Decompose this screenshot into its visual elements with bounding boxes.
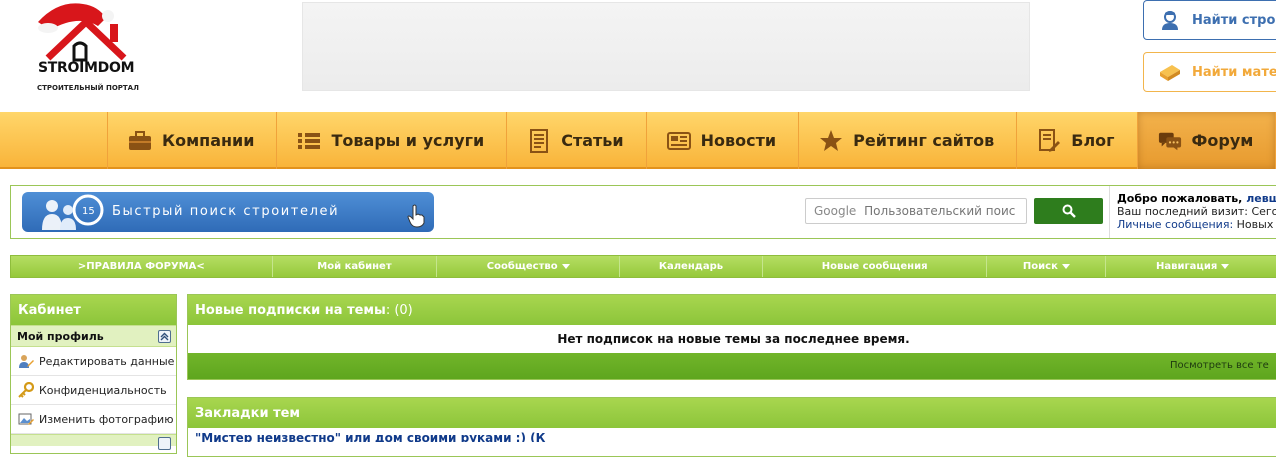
google-search-input[interactable]: Google [805, 198, 1027, 224]
nav-articles[interactable]: Статьи [506, 112, 645, 169]
quick-search-label: Быстрый поиск строителей [112, 204, 340, 219]
nav-rating[interactable]: Рейтинг сайтов [798, 112, 1016, 169]
new-subscriptions-block: Новые подписки на темы: (0) Нет подписок… [187, 294, 1276, 380]
briefcase-icon [128, 129, 152, 153]
bookmarks-block: Закладки тем "Мистер неизвестно" или дом… [187, 397, 1276, 457]
chevron-down-icon [561, 264, 570, 269]
welcome-line: Добро пожаловать, левш [1117, 192, 1276, 205]
forum-nav-rules-label: >ПРАВИЛА ФОРУМА< [77, 261, 205, 272]
private-messages-link[interactable]: Личные сообщения: [1117, 218, 1233, 231]
blog-icon [1037, 128, 1061, 153]
logo-tagline: СТРОИТЕЛЬНЫЙ ПОРТАЛ [37, 84, 139, 92]
subscriptions-count: : (0) [385, 303, 413, 318]
chat-icon [1158, 129, 1182, 153]
user-cabinet-sidebar: Кабинет Мой профиль Редактировать данные… [10, 294, 177, 454]
sidebar-section-label: Мой профиль [17, 330, 104, 343]
search-button[interactable] [1034, 198, 1103, 224]
people-calendar-icon: 15 [42, 194, 104, 230]
photo-icon [18, 411, 34, 427]
brick-icon [1158, 60, 1182, 84]
collapse-icon[interactable] [158, 437, 171, 450]
sidebar-section-profile: Мой профиль [11, 325, 176, 347]
list-icon [297, 129, 321, 153]
chevron-down-icon [1221, 264, 1230, 269]
subscriptions-header: Новые подписки на темы: (0) [188, 295, 1276, 325]
forum-nav-community-label: Сообщество [486, 261, 558, 272]
subscriptions-title: Новые подписки на темы [195, 303, 386, 318]
nav-products[interactable]: Товары и услуги [276, 112, 506, 169]
last-visit: Ваш последний визит: Сего [1117, 205, 1276, 218]
private-messages: Личные сообщения: Новых [1117, 218, 1276, 231]
worker-icon [1158, 8, 1182, 32]
sidebar-item-label: Изменить фотографию [39, 412, 174, 426]
welcome-box: Добро пожаловать, левш Ваш последний виз… [1109, 186, 1276, 238]
chevron-down-icon [1061, 264, 1070, 269]
find-materials-label: Найти мате [1192, 64, 1276, 80]
nav-blog-label: Блог [1071, 131, 1115, 150]
sidebar-item-change-photo[interactable]: Изменить фотографию [11, 405, 176, 434]
forum-nav-calendar[interactable]: Календарь [620, 256, 763, 277]
subscriptions-empty-message: Нет подписок на новые темы за последнее … [557, 332, 910, 346]
search-input[interactable] [864, 204, 1025, 218]
main-navigation: Компании Товары и услуги Статьи Новости … [0, 112, 1276, 169]
forum-nav-calendar-label: Календарь [658, 261, 724, 272]
welcome-greeting: Добро пожаловать, [1117, 192, 1243, 205]
sidebar-item-label: Конфиденциальность [39, 383, 167, 397]
nav-news[interactable]: Новости [645, 112, 798, 169]
forum-nav-cabinet-label: Мой кабинет [317, 261, 392, 272]
forum-nav-search[interactable]: Поиск [987, 256, 1107, 277]
edit-profile-icon [18, 353, 34, 369]
nav-forum-label: Форум [1191, 131, 1254, 150]
logo-wordmark: STROIMDOM [38, 60, 135, 76]
nav-blog[interactable]: Блог [1016, 112, 1136, 169]
search-icon [1062, 204, 1076, 218]
private-messages-value: Новых [1236, 218, 1274, 231]
calendar-day-label: 15 [82, 206, 95, 217]
find-materials-button[interactable]: Найти мате [1143, 52, 1276, 92]
forum-nav-search-label: Поиск [1022, 261, 1058, 272]
newspaper-icon [666, 129, 691, 153]
forum-nav-cabinet[interactable]: Мой кабинет [273, 256, 438, 277]
nav-products-label: Товары и услуги [331, 131, 485, 150]
key-icon [18, 382, 34, 398]
bookmarks-title: Закладки тем [195, 406, 301, 421]
find-builders-label: Найти стро [1192, 12, 1276, 28]
forum-nav-new-posts[interactable]: Новые сообщения [763, 256, 988, 277]
forum-navigation: >ПРАВИЛА ФОРУМА< Мой кабинет Сообщество … [10, 255, 1276, 278]
username-link[interactable]: левш [1246, 192, 1276, 205]
quick-search-banner[interactable]: 15 Быстрый поиск строителей [22, 192, 434, 232]
forum-nav-community[interactable]: Сообщество [437, 256, 621, 277]
view-all-subscriptions-link[interactable]: Посмотреть все те [1170, 360, 1269, 371]
ad-banner[interactable] [302, 2, 1030, 91]
google-brand: Google [814, 204, 857, 218]
article-icon [527, 128, 551, 153]
nav-articles-label: Статьи [561, 131, 624, 150]
sidebar-item-edit-profile[interactable]: Редактировать данные [11, 347, 176, 376]
nav-news-label: Новости [700, 131, 777, 150]
search-panel: 15 Быстрый поиск строителей Google Добро… [10, 185, 1276, 239]
sidebar-item-label: Редактировать данные [39, 354, 175, 368]
site-logo[interactable]: STROIMDOM СТРОИТЕЛЬНЫЙ ПОРТАЛ [28, 0, 139, 100]
sidebar-title: Кабинет [11, 295, 176, 325]
sidebar-section-next [11, 434, 176, 450]
hand-pointer-icon [407, 204, 425, 228]
nav-companies[interactable]: Компании [107, 112, 276, 169]
nav-companies-label: Компании [162, 131, 255, 150]
sidebar-item-privacy[interactable]: Конфиденциальность [11, 376, 176, 405]
bookmarks-header: Закладки тем [188, 398, 1276, 428]
subscriptions-footer: Посмотреть все те [188, 353, 1276, 379]
nav-forum[interactable]: Форум [1136, 112, 1276, 169]
bookmark-item[interactable]: "Мистер неизвестно" или дом своими рукам… [188, 428, 1276, 442]
collapse-icon[interactable] [158, 330, 171, 343]
forum-nav-navigation-label: Навигация [1156, 261, 1218, 272]
nav-rating-label: Рейтинг сайтов [853, 131, 995, 150]
site-header: STROIMDOM СТРОИТЕЛЬНЫЙ ПОРТАЛ Найти стро… [0, 0, 1276, 112]
forum-nav-navigation[interactable]: Навигация [1106, 256, 1276, 277]
star-icon [819, 129, 843, 153]
forum-nav-rules[interactable]: >ПРАВИЛА ФОРУМА< [11, 256, 273, 277]
find-builders-button[interactable]: Найти стро [1143, 0, 1276, 40]
forum-nav-new-posts-label: Новые сообщения [821, 261, 928, 272]
